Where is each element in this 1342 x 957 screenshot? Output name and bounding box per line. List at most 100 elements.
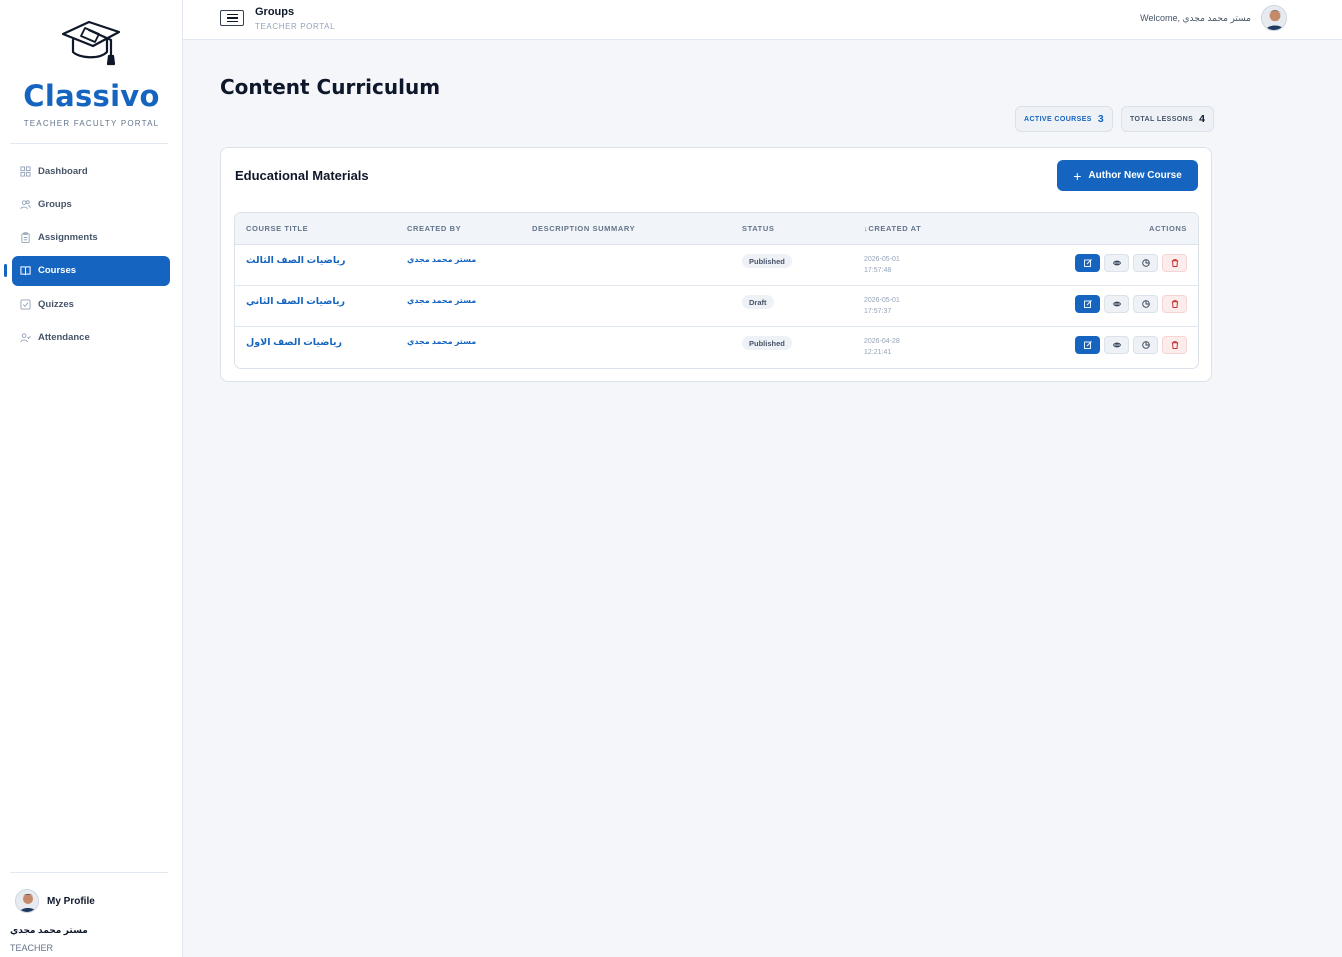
- my-profile-link[interactable]: My Profile: [15, 889, 95, 913]
- row-actions: [1075, 295, 1187, 313]
- users-icon: [20, 200, 31, 210]
- edit-icon: [1083, 341, 1092, 349]
- educational-materials-card: Educational Materials + Author New Cours…: [220, 147, 1212, 382]
- created-by-link[interactable]: مستر محمد مجدي: [407, 337, 476, 346]
- plus-icon: +: [1073, 167, 1082, 184]
- row-actions: [1075, 336, 1187, 354]
- page-title: Content Curriculum: [220, 75, 441, 99]
- card-title: Educational Materials: [235, 168, 369, 183]
- created-time: 17:57:48: [864, 267, 892, 274]
- active-courses-value: 3: [1097, 113, 1104, 125]
- book-icon: [20, 266, 31, 276]
- profile-name: مستر محمد مجدي: [10, 925, 88, 935]
- hamburger-icon: [226, 13, 238, 16]
- view-button[interactable]: [1104, 254, 1129, 272]
- checkbox-icon: [20, 299, 31, 310]
- edit-button[interactable]: [1075, 254, 1100, 272]
- user-check-icon: [20, 333, 31, 343]
- sidebar-item-label: Courses: [38, 265, 77, 277]
- view-button[interactable]: [1104, 295, 1129, 313]
- sidebar-item-label: Attendance: [38, 331, 90, 343]
- sidebar-item-attendance[interactable]: Attendance: [12, 322, 170, 352]
- sidebar-nav: Dashboard Groups Assignments Courses Qui…: [12, 156, 170, 356]
- delete-button[interactable]: [1162, 254, 1187, 272]
- sidebar-item-assignments[interactable]: Assignments: [12, 223, 170, 253]
- sidebar-item-quizzes[interactable]: Quizzes: [12, 289, 170, 319]
- trash-icon: [1171, 259, 1178, 267]
- course-title-link[interactable]: رياضيات الصف الثاني: [246, 296, 345, 307]
- created-by-link[interactable]: مستر محمد مجدي: [407, 296, 476, 305]
- my-profile-label: My Profile: [47, 895, 95, 907]
- column-header-created-by[interactable]: CREATED BY: [407, 224, 461, 233]
- sidebar-item-label: Groups: [38, 198, 72, 210]
- delete-button[interactable]: [1162, 336, 1187, 354]
- column-header-created-at[interactable]: ↓CREATED AT: [864, 224, 921, 233]
- course-title-link[interactable]: رياضيات الصف الاول: [246, 337, 342, 348]
- brand-name: Classivo: [23, 79, 160, 113]
- graduation-cap-logo-icon: [61, 20, 120, 66]
- analytics-button[interactable]: [1133, 254, 1158, 272]
- created-at: 2026-05-01 17:57:48: [864, 254, 900, 276]
- table-row: رياضيات الصف الثالث مستر محمد مجدي Publi…: [235, 245, 1198, 286]
- created-time: 12:21:41: [864, 349, 892, 356]
- sidebar-divider: [10, 143, 168, 144]
- status-badge: Published: [742, 254, 792, 268]
- author-new-course-button[interactable]: + Author New Course: [1057, 160, 1198, 191]
- total-lessons-label: TOTAL LESSONS: [1130, 115, 1194, 123]
- edit-button[interactable]: [1075, 336, 1100, 354]
- created-date: 2026-04-28: [864, 338, 900, 345]
- avatar-person-icon: [1262, 6, 1286, 30]
- delete-button[interactable]: [1162, 295, 1187, 313]
- eye-icon: [1112, 301, 1121, 307]
- eye-icon: [1112, 260, 1121, 266]
- avatar: [15, 889, 39, 913]
- topbar: Groups TEACHER PORTAL Welcome, مستر محمد…: [183, 0, 1342, 40]
- created-by-link[interactable]: مستر محمد مجدي: [407, 255, 476, 264]
- active-courses-stat: ACTIVE COURSES 3: [1015, 106, 1113, 132]
- total-lessons-value: 4: [1199, 113, 1205, 125]
- sidebar: Classivo TEACHER FACULTY PORTAL Dashboar…: [0, 0, 183, 957]
- edit-icon: [1083, 259, 1092, 267]
- trash-icon: [1171, 341, 1178, 349]
- sidebar-item-courses[interactable]: Courses: [12, 255, 170, 286]
- brand: Classivo TEACHER FACULTY PORTAL: [0, 16, 183, 128]
- created-date: 2026-05-01: [864, 256, 900, 263]
- table-row: رياضيات الصف الثاني مستر محمد مجدي Draft…: [235, 286, 1198, 327]
- status-badge: Published: [742, 336, 792, 350]
- analytics-button[interactable]: [1133, 336, 1158, 354]
- table-row: رياضيات الصف الاول مستر محمد مجدي Publis…: [235, 327, 1198, 368]
- view-button[interactable]: [1104, 336, 1129, 354]
- trash-icon: [1171, 300, 1178, 308]
- analytics-button[interactable]: [1133, 295, 1158, 313]
- course-title-link[interactable]: رياضيات الصف الثالث: [246, 255, 345, 266]
- edit-button[interactable]: [1075, 295, 1100, 313]
- created-time: 17:57:37: [864, 308, 892, 315]
- sidebar-item-label: Quizzes: [38, 298, 74, 310]
- menu-toggle-button[interactable]: [220, 10, 244, 26]
- column-header-status[interactable]: STATUS: [742, 224, 775, 233]
- pie-chart-icon: [1141, 300, 1150, 308]
- author-button-label: Author New Course: [1088, 170, 1182, 181]
- column-header-actions: ACTIONS: [1149, 224, 1187, 233]
- edit-icon: [1083, 300, 1092, 308]
- created-date: 2026-05-01: [864, 297, 900, 304]
- user-avatar[interactable]: [1261, 5, 1287, 31]
- welcome-text: Welcome, مستر محمد مجدي: [1140, 13, 1251, 23]
- column-header-description[interactable]: DESCRIPTION SUMMARY: [532, 224, 635, 233]
- total-lessons-stat: TOTAL LESSONS 4: [1121, 106, 1214, 132]
- row-actions: [1075, 254, 1187, 272]
- clipboard-icon: [21, 232, 30, 244]
- brand-subtitle: TEACHER FACULTY PORTAL: [23, 119, 160, 128]
- header-subtitle: TEACHER PORTAL: [255, 22, 336, 31]
- header-title: Groups: [255, 6, 295, 18]
- pie-chart-icon: [1141, 341, 1150, 349]
- sidebar-item-label: Assignments: [38, 232, 98, 244]
- sidebar-divider: [10, 872, 168, 873]
- sidebar-item-dashboard[interactable]: Dashboard: [12, 156, 170, 186]
- profile-role: TEACHER: [10, 943, 54, 953]
- active-courses-label: ACTIVE COURSES: [1024, 115, 1092, 123]
- column-header-course-title[interactable]: COURSE TITLE: [246, 224, 308, 233]
- sidebar-item-label: Dashboard: [38, 165, 88, 177]
- sidebar-item-groups[interactable]: Groups: [12, 189, 170, 219]
- created-at: 2026-04-28 12:21:41: [864, 336, 900, 358]
